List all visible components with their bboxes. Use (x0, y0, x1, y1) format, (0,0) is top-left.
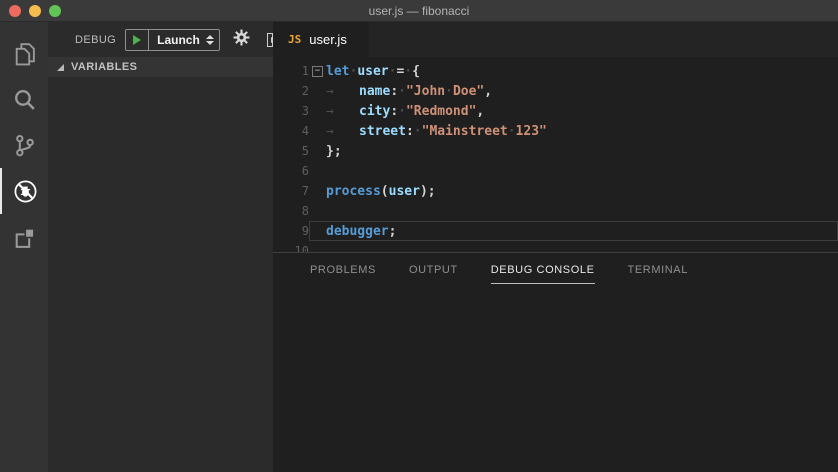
debug-view-title: DEBUG (75, 34, 116, 46)
tab-whitespace-arrow: → (326, 84, 359, 99)
titlebar: user.js — fibonacci (0, 0, 838, 22)
select-arrows-icon (206, 35, 214, 45)
traffic-lights (9, 5, 61, 17)
debug-icon (13, 179, 38, 204)
close-button[interactable] (9, 5, 21, 17)
zoom-button[interactable] (49, 5, 61, 17)
variables-section-body (48, 77, 273, 452)
line-number[interactable]: 8 (273, 204, 309, 218)
code-line-2[interactable]: 2 →name:·"John·Doe", (273, 81, 838, 101)
variables-section-header[interactable]: VARIABLES (48, 57, 273, 77)
sidebar-item-source-control[interactable] (0, 122, 48, 168)
javascript-file-icon: JS (288, 33, 301, 46)
line-number[interactable]: 2 (273, 84, 309, 98)
code-line-7[interactable]: 7 process(user); (273, 181, 838, 201)
code-line-text: →name:·"John·Doe", (326, 84, 492, 99)
line-number[interactable]: 7 (273, 184, 309, 198)
code-line-text: →city:·"Redmond", (326, 104, 484, 119)
sidebar-item-explorer[interactable] (0, 30, 48, 76)
editor-tabstrip: JS user.js (273, 22, 838, 57)
code-line-6[interactable]: 6 (273, 161, 838, 181)
configure-button[interactable] (233, 29, 250, 51)
line-number[interactable]: 4 (273, 124, 309, 138)
panel-tab-terminal[interactable]: TERMINAL (628, 255, 688, 284)
variables-section-label: VARIABLES (71, 61, 137, 73)
start-debug-button[interactable] (126, 30, 149, 50)
launch-configuration-label: Launch (149, 33, 205, 47)
code-editor[interactable]: 1−let·user·=·{ 2 →name:·"John·Doe", 3 →city:… (273, 57, 838, 252)
tab-label: user.js (309, 32, 347, 47)
code-line-1[interactable]: 1−let·user·=·{ (273, 61, 838, 81)
code-line-text: let·user·=·{ (326, 64, 420, 79)
panel-tab-debug-console[interactable]: DEBUG CONSOLE (491, 255, 595, 284)
chevron-expanded-icon (57, 64, 64, 71)
tab-whitespace-arrow: → (326, 104, 359, 119)
code-lines: 1−let·user·=·{ 2 →name:·"John·Doe", 3 →city:… (273, 61, 838, 252)
code-line-9[interactable]: 9 debugger; (273, 221, 838, 241)
window-title: user.js — fibonacci (369, 4, 470, 18)
debug-console-content[interactable] (273, 287, 838, 472)
code-line-3[interactable]: 3 →city:·"Redmond", (273, 101, 838, 121)
debug-sidebar: DEBUG Launch (48, 22, 273, 472)
sidebar-item-search[interactable] (0, 76, 48, 122)
code-line-10[interactable]: 10 (273, 241, 838, 252)
extensions-icon (12, 225, 37, 250)
code-line-text: →street:·"Mainstreet·123" (326, 124, 547, 139)
activity-bar (0, 22, 48, 472)
panel-tabs: PROBLEMS OUTPUT DEBUG CONSOLE TERMINAL (273, 253, 838, 286)
code-line-5[interactable]: 5}; (273, 141, 838, 161)
sidebar-item-debug[interactable] (0, 168, 48, 214)
launch-configuration-select[interactable]: Launch (149, 30, 219, 50)
gear-icon (233, 29, 250, 51)
sidebar-item-extensions[interactable] (0, 214, 48, 260)
line-number[interactable]: 3 (273, 104, 309, 118)
line-number[interactable]: 10 (273, 244, 309, 252)
git-branch-icon (12, 133, 37, 158)
panel-tab-output[interactable]: OUTPUT (409, 255, 458, 284)
search-icon (12, 87, 37, 112)
minimize-button[interactable] (29, 5, 41, 17)
line-number[interactable]: 9 (273, 224, 309, 238)
debug-toolbar: DEBUG Launch (48, 22, 273, 57)
bottom-panel: PROBLEMS OUTPUT DEBUG CONSOLE TERMINAL (273, 252, 838, 472)
launch-configuration-control: Launch (125, 29, 220, 51)
line-number[interactable]: 6 (273, 164, 309, 178)
code-line-8[interactable]: 8 (273, 201, 838, 221)
editor-group: JS user.js 1−let·user·=·{ 2 →name:·"John·D… (273, 22, 838, 472)
code-line-4[interactable]: 4 →street:·"Mainstreet·123" (273, 121, 838, 141)
play-icon (133, 35, 141, 45)
code-line-text: }; (326, 144, 342, 159)
code-line-text: process(user); (326, 184, 436, 199)
panel-tab-problems[interactable]: PROBLEMS (310, 255, 376, 284)
code-line-text: debugger; (326, 224, 396, 239)
fold-marker-icon[interactable]: − (312, 66, 323, 77)
line-number[interactable]: 5 (273, 144, 309, 158)
tab-whitespace-arrow: → (326, 124, 359, 139)
tab-user-js[interactable]: JS user.js (273, 22, 369, 57)
line-number[interactable]: 1 (273, 64, 309, 78)
files-icon (12, 41, 37, 66)
